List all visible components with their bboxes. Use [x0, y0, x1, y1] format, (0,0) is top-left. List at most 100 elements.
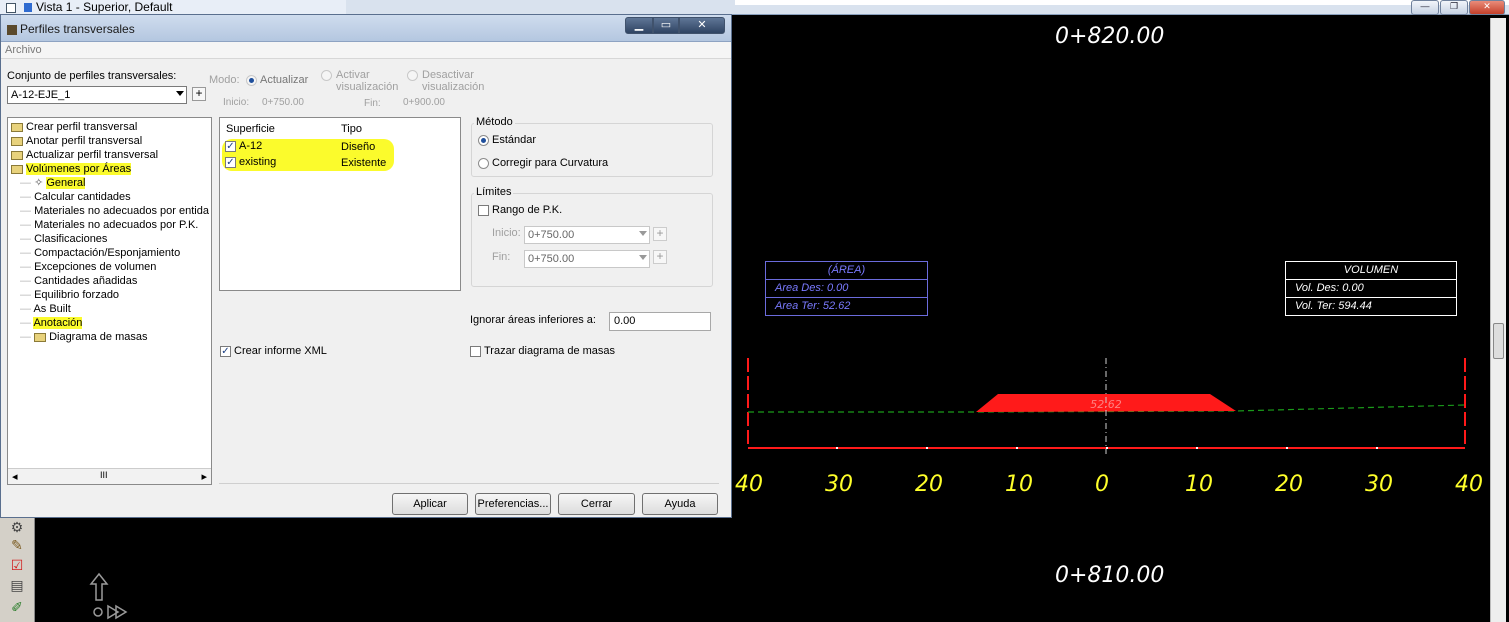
tool-icon-2[interactable]: ✎: [9, 537, 25, 553]
dialog-titlebar[interactable]: Perfiles transversales ▁ ▭ ✕: [1, 15, 731, 42]
close-icon[interactable]: ✕: [1469, 0, 1505, 15]
checkbox-checked-icon[interactable]: ✓: [220, 345, 231, 357]
tree-branch-line: —: [20, 303, 34, 315]
tree-item[interactable]: — Materiales no adecuados por entida: [20, 204, 209, 218]
tree-item-label: Materiales no adecuados por P.K.: [34, 219, 199, 231]
tree-item[interactable]: — Equilibrio forzado: [20, 288, 119, 302]
tree-branch-line: —: [20, 219, 35, 231]
tree-item[interactable]: — Anotación: [20, 316, 83, 330]
dialog-maximize-icon[interactable]: ▭: [653, 17, 679, 34]
checkbox-checked-icon[interactable]: ✓: [225, 156, 236, 168]
menu-archivo[interactable]: Archivo: [1, 42, 731, 59]
preferencias-button[interactable]: Preferencias...: [475, 493, 551, 515]
area-ter: Area Ter: 52.62: [775, 300, 851, 312]
tree-item[interactable]: — Excepciones de volumen: [20, 260, 156, 274]
dialog-separator: [219, 483, 719, 484]
checkbox-icon[interactable]: [478, 204, 489, 216]
checklist-icon[interactable]: ☑: [9, 557, 25, 573]
ayuda-button[interactable]: Ayuda: [642, 493, 718, 515]
limites-inicio-pick-button[interactable]: +: [653, 227, 667, 241]
mode-actualizar[interactable]: Actualizar: [246, 74, 308, 86]
tree-item[interactable]: — Compactación/Esponjamiento: [20, 246, 180, 260]
axis-label: 10: [1185, 472, 1213, 497]
surface-row-a12[interactable]: ✓ A-12: [225, 140, 262, 152]
limites-fin-pick-button[interactable]: +: [653, 250, 667, 264]
report-icon[interactable]: ▤: [9, 577, 25, 593]
axis-label: 40: [1455, 472, 1483, 497]
limites-inicio-dropdown[interactable]: 0+750.00: [524, 226, 650, 244]
tree-branch-line: —: [20, 261, 35, 273]
scroll-thumb-grip[interactable]: III: [100, 470, 108, 480]
scroll-right-icon[interactable]: ▸: [201, 470, 207, 483]
tool-tree[interactable]: Crear perfil transversal Anotar perfil tr…: [7, 117, 212, 485]
tree-item-label: Diagrama de masas: [49, 331, 148, 343]
view-icon: [6, 2, 16, 13]
inicio-label: Inicio:: [223, 97, 250, 108]
radio-estandar[interactable]: Estándar: [478, 134, 536, 146]
surfaces-list[interactable]: Superficie Tipo ✓ A-12 Diseño ✓ existing E…: [219, 117, 461, 291]
trazar-checkbox[interactable]: Trazar diagrama de masas: [470, 345, 615, 357]
tree-item-label: Crear perfil transversal: [26, 121, 138, 133]
tree-item[interactable]: — As Built: [20, 302, 71, 316]
minimize-icon[interactable]: —: [1411, 0, 1439, 15]
checkbox-checked-icon[interactable]: ✓: [225, 140, 236, 152]
scroll-left-icon[interactable]: ◂: [12, 470, 18, 483]
limites-title: Límites: [474, 186, 514, 198]
folder-icon: [11, 122, 23, 132]
tree-item[interactable]: — Clasificaciones: [20, 232, 107, 246]
mode-activar[interactable]: Activar visualización: [321, 69, 398, 93]
axis-label: 30: [825, 472, 853, 497]
tree-item[interactable]: — Cantidades añadidas: [20, 274, 137, 288]
mode-desactivar[interactable]: Desactivar visualización: [407, 69, 484, 93]
tree-item-label: As Built: [33, 303, 71, 315]
vol-ter: Vol. Ter: 594.44: [1295, 300, 1372, 312]
cad-left-toolbar: ⚙ ✎ ☑ ▤ ✐: [0, 515, 35, 622]
tree-item-label: Anotación: [33, 317, 83, 329]
crear-xml-checkbox[interactable]: ✓ Crear informe XML: [220, 345, 327, 357]
tree-branch-line: —: [20, 289, 35, 301]
surface-type-existing: Existente: [341, 157, 387, 169]
cerrar-button[interactable]: Cerrar: [558, 493, 635, 515]
tree-item[interactable]: — Diagrama de masas: [20, 330, 148, 344]
aplicar-button[interactable]: Aplicar: [392, 493, 468, 515]
tree-horizontal-scrollbar[interactable]: ◂ III ▸: [8, 468, 211, 484]
tool-icon-5[interactable]: ✐: [9, 599, 25, 615]
set-dropdown[interactable]: A-12-EJE_1: [7, 86, 187, 104]
radio-icon: [407, 69, 418, 81]
surface-row-existing[interactable]: ✓ existing: [225, 156, 276, 168]
ignorar-label: Ignorar áreas inferiores a:: [470, 314, 596, 326]
rango-pk-checkbox[interactable]: Rango de P.K.: [478, 204, 562, 216]
set-pick-button[interactable]: +: [192, 87, 206, 101]
tree-branch-line: —: [20, 275, 35, 287]
tree-item[interactable]: Actualizar perfil transversal: [11, 148, 158, 162]
radio-corregir[interactable]: Corregir para Curvatura: [478, 157, 608, 169]
tree-item-label: Cantidades añadidas: [34, 275, 138, 287]
tree-item[interactable]: — ✧ General: [20, 176, 86, 190]
col-superficie: Superficie: [226, 123, 275, 135]
dialog-close-icon[interactable]: ✕: [679, 17, 725, 34]
folder-icon: [34, 332, 47, 342]
tool-icon-1[interactable]: ⚙: [9, 519, 25, 535]
area-des: Area Des: 0.00: [766, 280, 927, 298]
top-station-label: 0+820.00: [1055, 24, 1165, 49]
cad-window-title: Vista 1 - Superior, Default: [0, 0, 346, 14]
radio-icon: [321, 69, 332, 81]
tree-item[interactable]: — Calcular cantidades: [20, 190, 131, 204]
tree-item[interactable]: Crear perfil transversal: [11, 120, 137, 134]
tree-item[interactable]: Anotar perfil transversal: [11, 134, 142, 148]
ignorar-input[interactable]: 0.00: [609, 312, 711, 331]
cad-vertical-scrollbar[interactable]: [1490, 18, 1506, 622]
tree-item[interactable]: Volúmenes por Áreas: [11, 162, 132, 176]
dialog-minimize-icon[interactable]: ▁: [625, 17, 653, 34]
tree-item[interactable]: — Materiales no adecuados por P.K.: [20, 218, 198, 232]
tree-branch-line: —: [20, 247, 35, 259]
area-box: (ÁREA) Area Des: 0.00 Area Ter: 52.62: [765, 261, 928, 316]
cad-window-buttons: — ❐ ✕: [1411, 0, 1505, 15]
restore-icon[interactable]: ❐: [1440, 0, 1468, 15]
axis-label: 40: [735, 472, 763, 497]
scroll-thumb[interactable]: [1493, 323, 1504, 359]
limites-fin-dropdown[interactable]: 0+750.00: [524, 250, 650, 268]
tree-branch-line: —: [20, 177, 35, 189]
checkbox-icon[interactable]: [470, 345, 481, 357]
tree-item-label: Actualizar perfil transversal: [26, 149, 159, 161]
